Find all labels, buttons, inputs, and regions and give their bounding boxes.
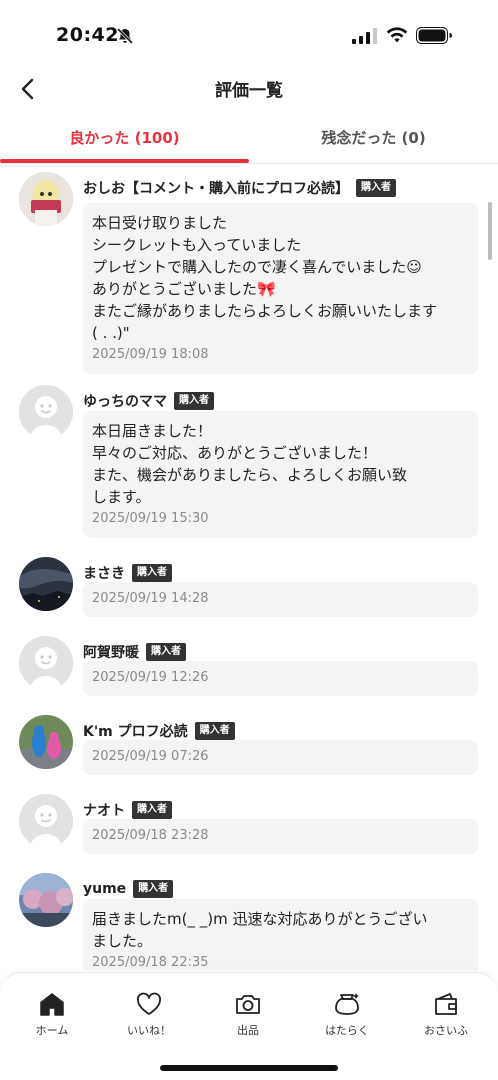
nav-likes[interactable]: いいね！ bbox=[99, 991, 199, 1045]
reviewer-name-row: 阿賀野暖 購入者 bbox=[83, 642, 186, 662]
reviewer-name-row: ナオト 購入者 bbox=[83, 800, 172, 820]
page-title: 評価一覧 bbox=[215, 81, 283, 101]
avatar[interactable] bbox=[19, 385, 73, 439]
reviewer-name[interactable]: おしお【コメント・購入前にプロフ必読】 bbox=[83, 178, 349, 198]
reviewer-name-row: yume 購入者 bbox=[83, 879, 174, 899]
signal-icon bbox=[352, 28, 377, 44]
avatar[interactable] bbox=[19, 172, 73, 226]
reviewer-name-row: ゆっちのママ 購入者 bbox=[83, 391, 214, 411]
avatar[interactable] bbox=[19, 873, 73, 927]
review-tabs: 良かった (100) 残念だった (0) bbox=[0, 116, 498, 164]
buyer-badge: 購入者 bbox=[146, 643, 186, 661]
default-avatar-icon bbox=[19, 636, 73, 690]
reviewer-name[interactable]: 阿賀野暖 bbox=[83, 642, 139, 662]
buyer-badge: 購入者 bbox=[194, 722, 235, 740]
camera-icon bbox=[236, 995, 260, 1014]
nav-home[interactable]: ホーム bbox=[2, 991, 102, 1045]
review-date: 2025/09/18 23:28 bbox=[92, 828, 209, 843]
battery-icon bbox=[416, 27, 452, 44]
nav-label: おさいふ bbox=[424, 1024, 468, 1037]
tab-good[interactable]: 良かった (100) bbox=[0, 116, 249, 162]
nav-wallet[interactable]: おさいふ bbox=[396, 991, 496, 1045]
status-bar: 20:42 bbox=[0, 0, 498, 70]
reviewer-name[interactable]: ゆっちのママ bbox=[83, 391, 167, 411]
wallet-icon bbox=[435, 993, 457, 1015]
nav-work[interactable]: はたらく bbox=[297, 991, 397, 1045]
review-date: 2025/09/19 15:30 bbox=[92, 511, 209, 526]
review-list[interactable]: おしお【コメント・購入前にプロフ必読】 購入者 本日受け取りました シークレット… bbox=[0, 165, 498, 970]
review-date: 2025/09/19 07:26 bbox=[92, 749, 209, 764]
header: 評価一覧 bbox=[0, 70, 498, 110]
nav-label: ホーム bbox=[35, 1024, 69, 1037]
default-avatar-icon bbox=[19, 794, 73, 848]
buyer-badge: 購入者 bbox=[174, 392, 214, 410]
reviewer-name-row: おしお【コメント・購入前にプロフ必読】 購入者 bbox=[83, 178, 396, 198]
active-tab-indicator bbox=[0, 159, 249, 163]
home-indicator bbox=[160, 1065, 338, 1071]
review-bubble: 2025/09/19 12:26 bbox=[83, 661, 478, 696]
heart-icon bbox=[137, 992, 161, 1015]
nav-sell[interactable]: 出品 bbox=[198, 991, 298, 1045]
nav-label: 出品 bbox=[237, 1024, 259, 1037]
wifi-icon bbox=[386, 27, 408, 43]
review-date: 2025/09/19 18:08 bbox=[92, 347, 209, 362]
review-bubble: 届きましたm(_ _)m 迅速な対応ありがとうござい ました。 2025/09/… bbox=[83, 899, 478, 970]
reviewer-name[interactable]: まさき bbox=[83, 563, 125, 583]
buyer-badge: 購入者 bbox=[133, 880, 174, 898]
tab-bad[interactable]: 残念だった (0) bbox=[249, 116, 498, 162]
reviewer-name[interactable]: yume bbox=[83, 881, 126, 897]
review-bubble: 本日届きました！ 早々のご対応、ありがとうございました！ また、機会がありました… bbox=[83, 411, 478, 538]
home-icon bbox=[40, 993, 64, 1016]
review-date: 2025/09/18 22:35 bbox=[92, 955, 209, 970]
avatar[interactable] bbox=[19, 715, 73, 769]
avatar[interactable] bbox=[19, 794, 73, 848]
avatar[interactable] bbox=[19, 636, 73, 690]
review-bubble: 2025/09/18 23:28 bbox=[83, 819, 478, 854]
review-date: 2025/09/19 14:28 bbox=[92, 591, 209, 606]
reviewer-name-row: まさき 購入者 bbox=[83, 563, 172, 583]
avatar[interactable] bbox=[19, 557, 73, 611]
default-avatar-icon bbox=[19, 385, 73, 439]
review-date: 2025/09/19 12:26 bbox=[92, 670, 209, 685]
review-comment: 本日受け取りました シークレットも入っていました プレゼントで購入したので凄く喜… bbox=[92, 214, 438, 342]
scrollbar[interactable] bbox=[488, 202, 492, 260]
nav-label: はたらく bbox=[325, 1024, 369, 1037]
reviewer-name[interactable]: ナオト bbox=[83, 800, 125, 820]
reviewer-name-row: K'm プロフ必読 購入者 bbox=[83, 721, 235, 741]
bottom-nav: ホーム いいね！ 出品 はたらく おさいふ bbox=[0, 972, 498, 1080]
reviewer-name[interactable]: K'm プロフ必読 bbox=[83, 721, 188, 741]
bell-mute-icon bbox=[116, 27, 134, 45]
review-bubble: 2025/09/19 07:26 bbox=[83, 740, 478, 775]
buyer-badge: 購入者 bbox=[356, 179, 396, 197]
status-time: 20:42 bbox=[56, 24, 119, 46]
buyer-badge: 購入者 bbox=[132, 801, 172, 819]
review-bubble: 2025/09/19 14:28 bbox=[83, 582, 478, 617]
buyer-badge: 購入者 bbox=[132, 564, 172, 582]
review-comment: 届きましたm(_ _)m 迅速な対応ありがとうござい ました。 bbox=[92, 910, 428, 950]
review-bubble: 本日受け取りました シークレットも入っていました プレゼントで購入したので凄く喜… bbox=[83, 203, 478, 374]
review-comment: 本日届きました！ 早々のご対応、ありがとうございました！ また、機会がありました… bbox=[92, 422, 408, 506]
work-icon bbox=[335, 993, 359, 1015]
nav-label: いいね！ bbox=[127, 1024, 171, 1037]
